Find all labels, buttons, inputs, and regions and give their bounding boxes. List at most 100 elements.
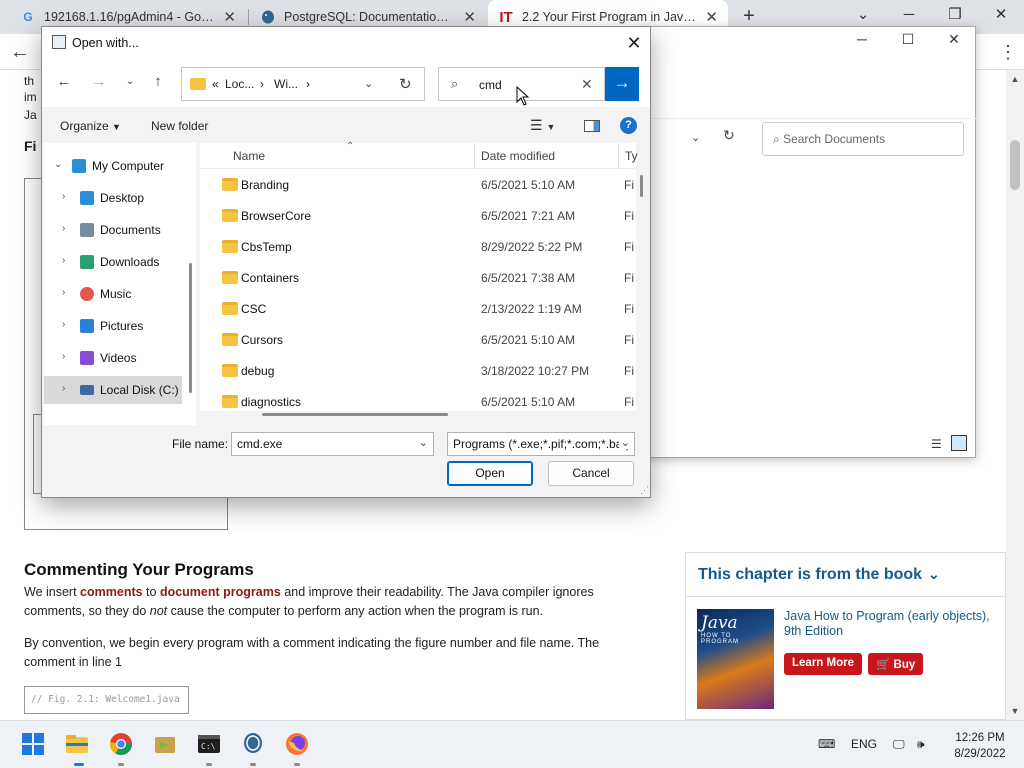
clear-search-icon[interactable]: ✕ xyxy=(581,76,593,93)
chevron-right-icon[interactable]: › xyxy=(62,255,65,266)
new-tab-icon[interactable]: + xyxy=(738,5,760,27)
volume-icon[interactable]: 🕪 xyxy=(917,737,925,752)
open-button[interactable]: Open xyxy=(447,461,533,486)
details-view-icon[interactable]: ☰ xyxy=(931,437,942,451)
file-row[interactable]: CbsTemp 8/29/2022 5:22 PM Fi xyxy=(200,231,636,262)
chevron-down-icon[interactable]: ⌄ xyxy=(364,77,373,90)
scroll-thumb[interactable] xyxy=(1010,140,1020,190)
dialog-title-bar[interactable]: Open with... ✕ xyxy=(42,27,650,59)
up-arrow-icon[interactable]: ↑ xyxy=(148,73,168,90)
terminal-icon[interactable]: C:\ xyxy=(196,731,222,757)
minimize-icon[interactable]: ─ xyxy=(839,31,885,47)
chevron-down-icon[interactable]: ⌄ xyxy=(419,436,428,449)
chevron-right-icon[interactable]: › xyxy=(62,383,65,394)
address-bar[interactable]: « Loc... › Wi... › ⌄ ↻ xyxy=(181,67,425,101)
firefox-icon[interactable] xyxy=(284,731,310,757)
keyboard-icon[interactable]: ⌨ xyxy=(818,737,835,751)
nav-item-videos[interactable]: › Videos xyxy=(44,344,182,372)
file-type: Fi xyxy=(624,302,634,316)
nav-item-local-disk[interactable]: › Local Disk (C:) xyxy=(44,376,182,404)
column-header-type[interactable]: Ty xyxy=(625,149,638,163)
app-icon[interactable] xyxy=(152,731,178,757)
close-icon[interactable]: ✕ xyxy=(705,8,718,26)
file-row[interactable]: Cursors 6/5/2021 5:10 AM Fi xyxy=(200,324,636,355)
chevron-down-icon[interactable]: ⌄ xyxy=(691,131,700,144)
file-row[interactable]: debug 3/18/2022 10:27 PM Fi xyxy=(200,355,636,386)
forward-arrow-icon[interactable]: → xyxy=(89,73,109,90)
chevron-right-icon[interactable]: › xyxy=(62,319,65,330)
file-list-vertical-scrollbar[interactable] xyxy=(640,175,643,197)
breadcrumb-windows[interactable]: Wi... xyxy=(274,77,298,91)
windows-start-icon[interactable] xyxy=(20,731,46,757)
more-menu-icon[interactable]: ⋮ xyxy=(998,40,1018,64)
column-divider[interactable] xyxy=(618,143,619,169)
column-header-date[interactable]: Date modified xyxy=(481,149,555,163)
pgadmin-icon[interactable] xyxy=(240,731,266,757)
nav-item-documents[interactable]: › Documents xyxy=(44,216,182,244)
breadcrumb-overflow[interactable]: « xyxy=(212,77,219,91)
taskbar-clock[interactable]: 12:26 PM 8/29/2022 xyxy=(945,730,1015,762)
chevron-right-icon[interactable]: › xyxy=(62,191,65,202)
help-icon[interactable]: ? xyxy=(620,117,637,134)
breadcrumb-local[interactable]: Loc... xyxy=(225,77,254,91)
nav-pane-scrollbar[interactable] xyxy=(189,263,192,393)
book-title-link[interactable]: Java How to Program (early objects), 9th… xyxy=(784,609,999,639)
book-cover-image[interactable]: Java HOW TO PROGRAM xyxy=(697,609,774,709)
preview-pane-icon[interactable] xyxy=(584,120,600,132)
close-window-icon[interactable]: ✕ xyxy=(978,0,1024,34)
file-row[interactable]: Containers 6/5/2021 7:38 AM Fi xyxy=(200,262,636,293)
new-folder-button[interactable]: New folder xyxy=(151,119,208,133)
back-arrow-icon[interactable]: ← xyxy=(10,40,34,64)
search-go-button[interactable]: → xyxy=(605,67,639,101)
breadcrumb-separator[interactable]: › xyxy=(306,77,310,91)
nav-item-music[interactable]: › Music xyxy=(44,280,182,308)
maximize-icon[interactable]: ☐ xyxy=(885,31,931,48)
cancel-button[interactable]: Cancel xyxy=(548,461,634,486)
chevron-right-icon[interactable]: › xyxy=(62,351,65,362)
file-name-input[interactable]: cmd.exe ⌄ xyxy=(231,432,434,456)
close-icon[interactable]: ✕ xyxy=(622,31,646,55)
buy-button[interactable]: 🛒 Buy xyxy=(868,653,924,675)
chrome-icon[interactable] xyxy=(108,731,134,757)
file-row[interactable]: Branding 6/5/2021 5:10 AM Fi xyxy=(200,169,636,200)
mouse-cursor-icon xyxy=(516,86,530,106)
resize-grip-icon[interactable]: ⋰ xyxy=(640,485,649,496)
file-explorer-icon[interactable] xyxy=(64,731,90,757)
nav-item-my-computer[interactable]: ⌄ My Computer xyxy=(44,152,182,180)
recent-locations-chevron-icon[interactable]: ⌄ xyxy=(120,76,140,87)
view-options-icon[interactable]: ☰ ▼ xyxy=(530,117,555,134)
file-type-select[interactable]: Programs (*.exe;*.pif;*.com;*.bat) ⌄ xyxy=(447,432,635,456)
nav-item-label: Pictures xyxy=(100,319,144,333)
nav-item-downloads[interactable]: › Downloads xyxy=(44,248,182,276)
refresh-icon[interactable]: ↻ xyxy=(399,75,412,93)
file-row[interactable]: CSC 2/13/2022 1:19 AM Fi xyxy=(200,293,636,324)
file-row[interactable]: BrowserCore 6/5/2021 7:21 AM Fi xyxy=(200,200,636,231)
chevron-right-icon[interactable]: › xyxy=(62,287,65,298)
network-icon[interactable]: 🖵 xyxy=(893,737,905,752)
scroll-down-icon[interactable]: ▼ xyxy=(1008,704,1022,718)
close-icon[interactable]: ✕ xyxy=(223,8,236,26)
book-promo-header[interactable]: This chapter is from the book ⌄ xyxy=(686,553,1005,597)
close-window-icon[interactable]: ✕ xyxy=(931,31,977,48)
organize-menu[interactable]: Organize ▼ xyxy=(60,119,121,133)
file-row[interactable]: diagnostics 6/5/2021 5:10 AM Fi xyxy=(200,386,636,411)
close-icon[interactable]: ✕ xyxy=(463,8,476,26)
refresh-icon[interactable]: ↻ xyxy=(723,127,735,144)
nav-item-pictures[interactable]: › Pictures xyxy=(44,312,182,340)
scroll-up-icon[interactable]: ▲ xyxy=(1008,72,1022,86)
search-documents-input[interactable]: ⌕ Search Documents xyxy=(762,122,964,156)
file-list-horizontal-scrollbar[interactable] xyxy=(262,413,448,416)
page-scrollbar[interactable]: ▲ ▼ xyxy=(1006,70,1024,720)
back-arrow-icon[interactable]: ← xyxy=(54,73,74,90)
tiles-view-icon[interactable] xyxy=(951,435,967,451)
column-header-name[interactable]: Name xyxy=(233,149,265,163)
chevron-down-icon[interactable]: ⌄ xyxy=(54,159,62,170)
column-divider[interactable] xyxy=(474,143,475,169)
videos-icon xyxy=(80,351,94,365)
learn-more-button[interactable]: Learn More xyxy=(784,653,862,675)
language-indicator[interactable]: ENG xyxy=(851,737,877,751)
chevron-right-icon[interactable]: › xyxy=(62,223,65,234)
dialog-icon xyxy=(52,35,66,49)
nav-item-desktop[interactable]: › Desktop xyxy=(44,184,182,212)
folder-icon xyxy=(222,395,238,408)
